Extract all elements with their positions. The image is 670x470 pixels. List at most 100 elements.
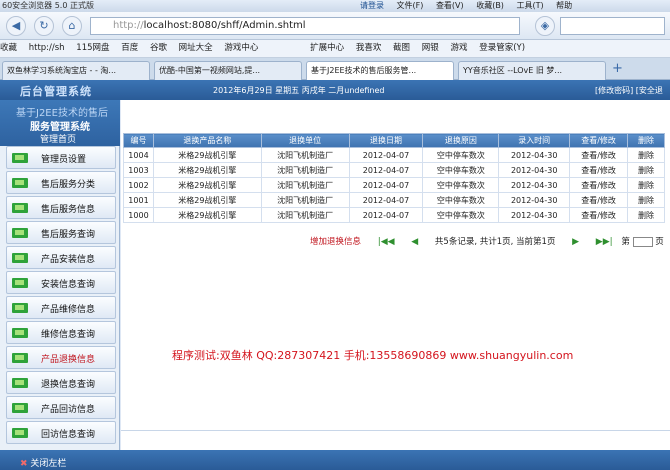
bookmark-item[interactable]: 百度	[121, 43, 138, 53]
prev-page-icon[interactable]: ◀	[411, 237, 418, 247]
login-link[interactable]: 请登录	[360, 1, 384, 10]
bookmark-item[interactable]: 截图	[393, 43, 410, 53]
back-icon[interactable]: ◀	[6, 16, 26, 36]
nav-item[interactable]: 产品回访信息	[6, 396, 116, 419]
view-edit-link[interactable]: 查看/修改	[569, 147, 628, 163]
bookmark-item[interactable]: 我喜欢	[356, 43, 382, 53]
browser-tab[interactable]: 优酷-中国第一视频网站,提...	[154, 61, 302, 80]
nav-item[interactable]: 回访信息查询	[6, 421, 116, 444]
browser-tab[interactable]: 双鱼林学习系统淘宝店 - - 淘...	[2, 61, 150, 80]
nav-item-label: 产品回访信息	[41, 405, 96, 415]
home-icon[interactable]: ⌂	[62, 16, 82, 36]
app-logo: 后台管理系统	[20, 85, 92, 98]
refresh-icon[interactable]: ↻	[34, 16, 54, 36]
nav-item[interactable]: 售后服务信息	[6, 196, 116, 219]
page-number-input[interactable]	[632, 236, 653, 247]
bookmark-item[interactable]: 登录管家(Y)	[479, 43, 525, 53]
nav-item[interactable]: 产品维修信息	[6, 296, 116, 319]
menu-file[interactable]: 文件(F)	[397, 1, 424, 10]
view-edit-link[interactable]: 查看/修改	[569, 162, 628, 178]
nav-item-label: 产品安装信息	[41, 255, 96, 265]
address-text: localhost:8080/shff/Admin.shtml	[143, 20, 306, 31]
column-header: 录入时间	[498, 133, 571, 148]
cell-date: 2012-04-07	[348, 177, 424, 193]
cell-id: 1001	[123, 192, 154, 208]
cell-unit: 沈阳飞机制造厂	[260, 147, 350, 163]
bookmark-item[interactable]: 游戏	[450, 43, 467, 53]
close-left-panel-button[interactable]: ✖ 关闭左栏	[20, 456, 66, 469]
add-return-link[interactable]: 增加退换信息	[310, 237, 361, 247]
bookmark-item[interactable]: 谷歌	[150, 43, 167, 53]
column-header: 查看/修改	[569, 133, 628, 148]
nav-item-icon	[12, 328, 28, 338]
menu-favorites[interactable]: 收藏(B)	[476, 1, 504, 10]
bookmark-item[interactable]: 收藏	[0, 43, 17, 53]
bookmark-item[interactable]: 游戏中心	[224, 43, 258, 53]
header-links[interactable]: [修改密码] [安全退	[595, 85, 663, 96]
table-row: 1004 米格29战机引擎 沈阳飞机制造厂 2012-04-07 空中停车数次 …	[123, 147, 665, 163]
delete-link[interactable]: 删除	[627, 177, 665, 193]
cell-reason: 空中停车数次	[422, 147, 500, 163]
cell-product: 米格29战机引擎	[152, 177, 262, 193]
menu-view[interactable]: 查看(V)	[436, 1, 464, 10]
nav-item[interactable]: 安装信息查询	[6, 271, 116, 294]
bookmark-item[interactable]: http://sh	[29, 43, 65, 53]
table-header-row: 编号 退换产品名称 退换单位 退换日期 退换原因 录入时间 查看/修改 删除	[123, 133, 665, 148]
nav-item-label: 产品维修信息	[41, 305, 96, 315]
menu-tools[interactable]: 工具(T)	[516, 1, 543, 10]
nav-item-icon	[12, 428, 28, 438]
browser-tab-active[interactable]: 基于J2EE技术的售后服务管...	[306, 61, 454, 80]
browser-tab[interactable]: YY音乐社区 --LOvE 旧 梦...	[458, 61, 606, 80]
cell-unit: 沈阳飞机制造厂	[260, 207, 350, 223]
next-page-icon[interactable]: ▶	[572, 237, 579, 247]
address-bar[interactable]: http://localhost:8080/shff/Admin.shtml	[90, 17, 520, 35]
nav-item-icon	[12, 378, 28, 388]
cell-reason: 空中停车数次	[422, 162, 500, 178]
search-input[interactable]	[560, 17, 665, 35]
address-row: ◀ ↻ ⌂ http://localhost:8080/shff/Admin.s…	[0, 12, 670, 40]
close-icon: ✖	[20, 459, 28, 469]
view-edit-link[interactable]: 查看/修改	[569, 192, 628, 208]
delete-link[interactable]: 删除	[627, 192, 665, 208]
delete-link[interactable]: 删除	[627, 162, 665, 178]
table-row: 1003 米格29战机引擎 沈阳飞机制造厂 2012-04-07 空中停车数次 …	[123, 162, 665, 178]
cell-reason: 空中停车数次	[422, 207, 500, 223]
cell-id: 1004	[123, 147, 154, 163]
bookmark-item[interactable]: 网址大全	[179, 43, 213, 53]
nav-item[interactable]: 维修信息查询	[6, 321, 116, 344]
nav-item-icon	[12, 253, 28, 263]
bookmark-item[interactable]: 扩展中心	[310, 43, 344, 53]
column-header: 退换原因	[422, 133, 500, 148]
shield-icon[interactable]: ◈	[535, 16, 555, 36]
view-edit-link[interactable]: 查看/修改	[569, 207, 628, 223]
bookmark-item[interactable]: 网银	[422, 43, 439, 53]
cell-date: 2012-04-07	[348, 162, 424, 178]
nav-title: 基于J2EE技术的售后 服务管理系统 管理首页	[0, 100, 120, 146]
delete-link[interactable]: 删除	[627, 207, 665, 223]
nav-item-icon	[12, 178, 28, 188]
browser-menu: 请登录 文件(F) 查看(V) 收藏(B) 工具(T) 帮助	[360, 0, 582, 12]
nav-item-icon	[12, 403, 28, 413]
cell-entry-time: 2012-04-30	[498, 147, 571, 163]
first-page-icon[interactable]: |◀◀	[378, 237, 395, 247]
nav-item[interactable]: 退换信息查询	[6, 371, 116, 394]
cell-unit: 沈阳飞机制造厂	[260, 192, 350, 208]
bookmark-item[interactable]: 115网盘	[76, 43, 109, 53]
nav-item-label: 管理员设置	[41, 155, 87, 165]
cell-date: 2012-04-07	[348, 207, 424, 223]
delete-link[interactable]: 删除	[627, 147, 665, 163]
data-table: 编号 退换产品名称 退换单位 退换日期 退换原因 录入时间 查看/修改 删除 1…	[123, 133, 665, 223]
view-edit-link[interactable]: 查看/修改	[569, 177, 628, 193]
nav-item-admin[interactable]: 管理员设置	[6, 146, 116, 169]
new-tab-icon[interactable]: +	[612, 61, 623, 76]
nav-item-label: 售后服务查询	[41, 230, 96, 240]
cell-product: 米格29战机引擎	[152, 162, 262, 178]
nav-item[interactable]: 售后服务查询	[6, 221, 116, 244]
nav-item[interactable]: 售后服务分类	[6, 171, 116, 194]
last-page-icon[interactable]: ▶▶|	[596, 237, 613, 247]
nav-home-link[interactable]: 管理首页	[40, 132, 76, 145]
nav-item-selected[interactable]: 产品退换信息	[6, 346, 116, 369]
nav-item[interactable]: 产品安装信息	[6, 246, 116, 269]
cell-date: 2012-04-07	[348, 147, 424, 163]
menu-help[interactable]: 帮助	[556, 1, 572, 10]
